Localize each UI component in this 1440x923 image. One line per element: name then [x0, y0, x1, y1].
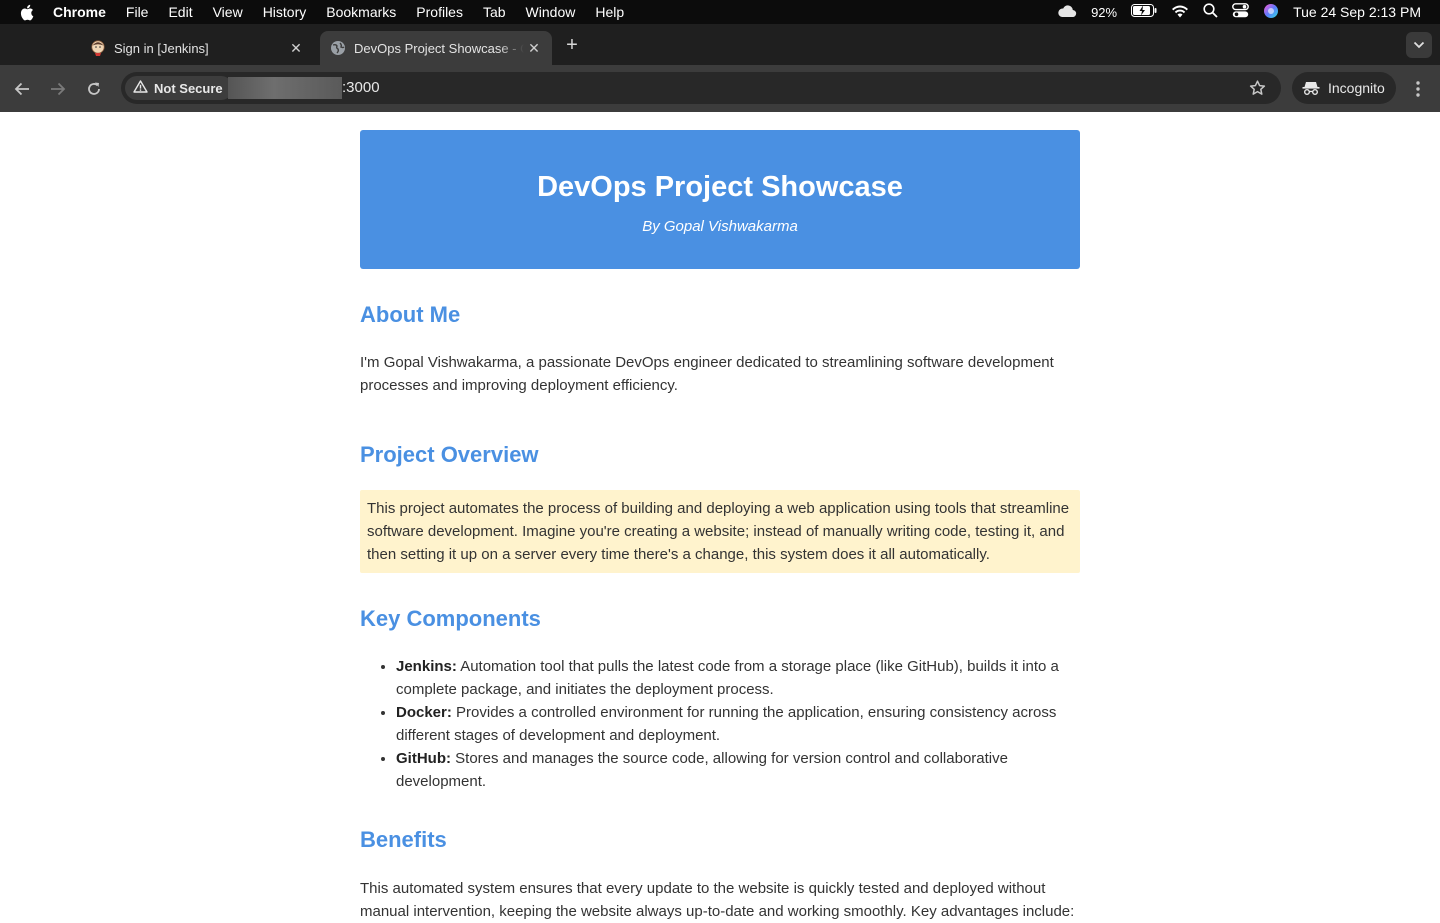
warning-triangle-icon — [133, 80, 148, 96]
component-description: Automation tool that pulls the latest co… — [396, 658, 1059, 698]
components-list: Jenkins: Automation tool that pulls the … — [360, 655, 1080, 793]
address-bar[interactable]: Not Secure :3000 — [121, 72, 1281, 104]
menu-clock[interactable]: Tue 24 Sep 2:13 PM — [1293, 4, 1421, 20]
new-tab-plus-icon[interactable]: + — [562, 34, 582, 56]
components-heading: Key Components — [360, 606, 541, 631]
web-page: DevOps Project Showcase By Gopal Vishwak… — [0, 112, 1440, 920]
overview-highlight-box: This project automates the process of bu… — [360, 490, 1080, 573]
tab-search-chevron-icon[interactable] — [1406, 32, 1432, 58]
component-description: Stores and manages the source code, allo… — [396, 750, 1008, 790]
bookmark-star-icon[interactable] — [1247, 78, 1267, 98]
list-item-docker: Docker: Provides a controlled environmen… — [396, 701, 1080, 747]
about-heading: About Me — [360, 302, 461, 327]
tab-close-icon[interactable]: ✕ — [524, 38, 544, 58]
more-menu-icon[interactable] — [1408, 77, 1428, 101]
battery-percentage: 92% — [1091, 4, 1118, 20]
hero-header: DevOps Project Showcase By Gopal Vishwak… — [360, 130, 1080, 269]
menu-history[interactable]: History — [263, 4, 307, 20]
incognito-indicator[interactable]: Incognito — [1292, 72, 1396, 104]
macos-menu-bar: Chrome File Edit View History Bookmarks … — [0, 0, 1440, 24]
tab-title: DevOps Project Showcase - G — [354, 40, 524, 56]
component-name: Docker: — [396, 704, 452, 721]
component-description: Provides a controlled environment for ru… — [396, 704, 1057, 744]
list-item-github: GitHub: Stores and manages the source co… — [396, 747, 1080, 793]
tab-title: Sign in [Jenkins] — [114, 40, 209, 56]
menu-window[interactable]: Window — [526, 4, 576, 20]
security-chip[interactable]: Not Secure — [125, 76, 233, 100]
about-text: I'm Gopal Vishwakarma, a passionate DevO… — [360, 354, 1054, 394]
tab-close-icon[interactable]: ✕ — [286, 38, 306, 58]
menu-bookmarks[interactable]: Bookmarks — [326, 4, 396, 20]
component-name: Jenkins: — [396, 658, 457, 675]
wifi-icon[interactable] — [1171, 4, 1189, 21]
apple-menu-icon[interactable] — [19, 4, 37, 21]
back-arrow-icon[interactable] — [10, 77, 34, 101]
menu-tab[interactable]: Tab — [483, 4, 506, 20]
tab-devops-showcase[interactable]: DevOps Project Showcase - G ✕ — [320, 31, 552, 65]
tab-strip: Sign in [Jenkins] ✕ DevOps Project Showc… — [0, 24, 1440, 65]
menu-help[interactable]: Help — [595, 4, 624, 20]
menu-profiles[interactable]: Profiles — [416, 4, 463, 20]
globe-favicon-icon — [330, 40, 346, 56]
menu-edit[interactable]: Edit — [168, 4, 192, 20]
page-title: DevOps Project Showcase — [537, 171, 903, 203]
forward-arrow-icon[interactable] — [46, 77, 70, 101]
browser-toolbar: Not Secure :3000 Incognito — [0, 65, 1440, 112]
control-center-icon[interactable] — [1232, 3, 1249, 21]
tab-jenkins[interactable]: Sign in [Jenkins] ✕ — [80, 31, 314, 65]
redacted-host — [228, 77, 342, 99]
siri-icon[interactable] — [1263, 3, 1279, 22]
incognito-label: Incognito — [1328, 80, 1385, 96]
cloud-icon[interactable] — [1057, 4, 1077, 21]
security-chip-label: Not Secure — [154, 80, 223, 96]
incognito-icon — [1302, 81, 1320, 95]
url-port: :3000 — [342, 79, 380, 96]
spotlight-search-icon[interactable] — [1203, 3, 1218, 21]
content-container: DevOps Project Showcase By Gopal Vishwak… — [360, 130, 1080, 923]
status-area: 92% Tue 24 Sep 2:13 PM — [1057, 0, 1421, 24]
reload-icon[interactable] — [82, 77, 106, 101]
benefits-text: This automated system ensures that every… — [360, 880, 1075, 920]
author-byline: By Gopal Vishwakarma — [642, 218, 798, 235]
menu-file[interactable]: File — [126, 4, 149, 20]
list-item-jenkins: Jenkins: Automation tool that pulls the … — [396, 655, 1080, 701]
menu-view[interactable]: View — [213, 4, 243, 20]
component-name: GitHub: — [396, 750, 451, 767]
menu-app-chrome[interactable]: Chrome — [53, 4, 106, 20]
battery-icon[interactable] — [1131, 4, 1157, 20]
overview-heading: Project Overview — [360, 442, 539, 467]
jenkins-favicon-icon — [90, 40, 106, 56]
benefits-heading: Benefits — [360, 827, 447, 852]
